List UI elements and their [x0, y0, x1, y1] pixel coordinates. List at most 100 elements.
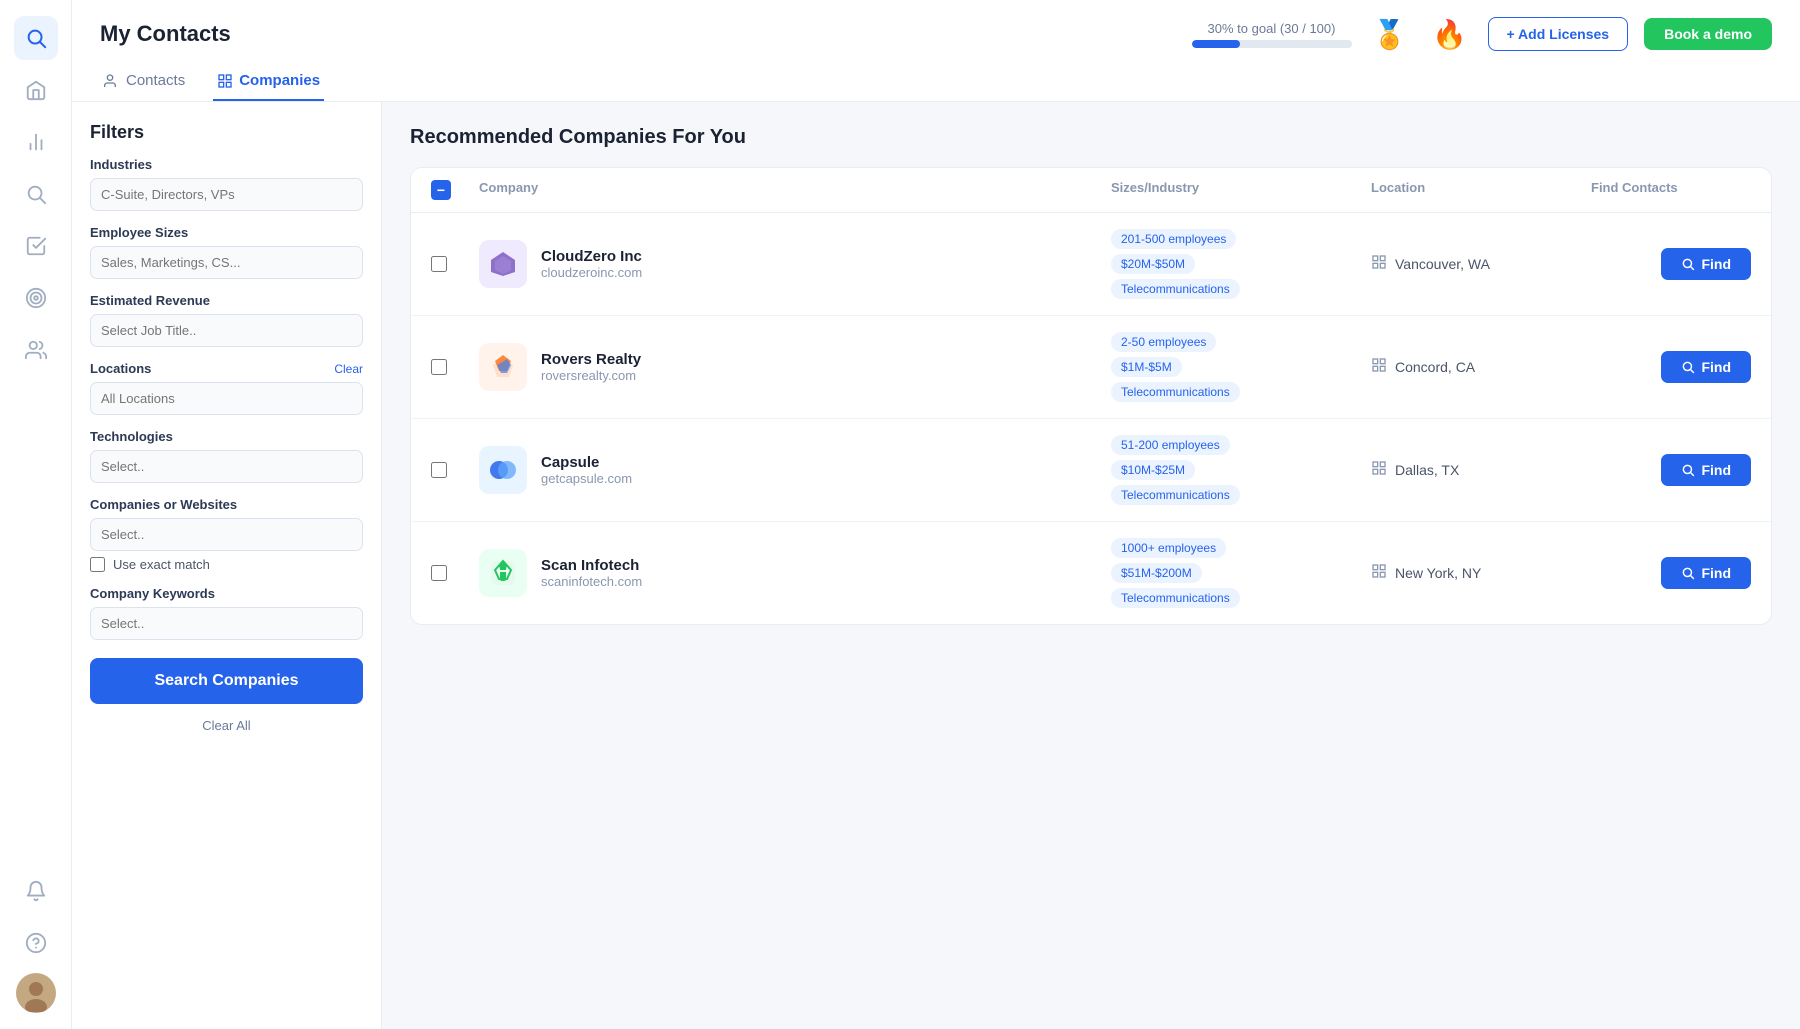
- building-icon-2: [1371, 357, 1387, 378]
- filter-industries-label: Industries: [90, 157, 363, 172]
- filters-title: Filters: [90, 122, 363, 143]
- sidebar-icon-search[interactable]: [14, 16, 58, 60]
- sidebar-icon-home[interactable]: [14, 68, 58, 112]
- body: Filters Industries Employee Sizes Estima…: [72, 102, 1800, 1029]
- flame-icon[interactable]: 🔥: [1428, 12, 1472, 56]
- companies-area: Recommended Companies For You Company Si…: [382, 102, 1800, 1029]
- filter-locations-clear[interactable]: Clear: [334, 362, 363, 376]
- progress-container: 30% to goal (30 / 100): [1192, 21, 1352, 48]
- row-checkbox-2[interactable]: [431, 359, 447, 375]
- row-checkbox-3[interactable]: [431, 462, 447, 478]
- sidebar-icon-people[interactable]: [14, 328, 58, 372]
- tag-2-2: Telecommunications: [1111, 382, 1240, 402]
- filter-industries: Industries: [90, 157, 363, 211]
- tags-cell-2: 2-50 employees $1M-$5M Telecommunication…: [1111, 332, 1371, 402]
- company-logo-4: [479, 549, 527, 597]
- exact-match-label: Use exact match: [113, 557, 210, 572]
- trophy-icon[interactable]: 🏅: [1368, 12, 1412, 56]
- sidebar-icon-tasks[interactable]: [14, 224, 58, 268]
- tag-3-1: $10M-$25M: [1111, 460, 1195, 480]
- table-header: Company Sizes/Industry Location Find Con…: [411, 168, 1771, 213]
- row-checkbox-1[interactable]: [431, 256, 447, 272]
- progress-bar-fill: [1192, 40, 1240, 48]
- company-domain-3: getcapsule.com: [541, 471, 632, 486]
- clear-all-button[interactable]: Clear All: [90, 718, 363, 733]
- location-4: New York, NY: [1395, 565, 1481, 581]
- building-icon-3: [1371, 460, 1387, 481]
- find-button-1[interactable]: Find: [1661, 248, 1751, 280]
- header: My Contacts 30% to goal (30 / 100) 🏅 🔥 +…: [72, 0, 1800, 102]
- add-licenses-button[interactable]: + Add Licenses: [1488, 17, 1629, 51]
- exact-match-row: Use exact match: [90, 557, 363, 572]
- location-cell-3: Dallas, TX: [1371, 460, 1591, 481]
- find-cell-2: Find: [1591, 351, 1751, 383]
- companies-table: Company Sizes/Industry Location Find Con…: [410, 167, 1772, 625]
- progress-bar-bg: [1192, 40, 1352, 48]
- find-cell-4: Find: [1591, 557, 1751, 589]
- company-cell-3: Capsule getcapsule.com: [479, 446, 1111, 494]
- company-domain-1: cloudzeroinc.com: [541, 265, 642, 280]
- company-domain-4: scaninfotech.com: [541, 574, 642, 589]
- table-row: Capsule getcapsule.com 51-200 employees …: [411, 419, 1771, 522]
- sidebar-icon-search2[interactable]: [14, 172, 58, 216]
- col-sizes-industry: Sizes/Industry: [1111, 180, 1371, 200]
- col-company: Company: [479, 180, 1111, 200]
- tags-cell-3: 51-200 employees $10M-$25M Telecommunica…: [1111, 435, 1371, 505]
- select-all-checkbox[interactable]: [431, 180, 451, 200]
- tag-4-0: 1000+ employees: [1111, 538, 1226, 558]
- filter-technologies-label: Technologies: [90, 429, 363, 444]
- tag-1-0: 201-500 employees: [1111, 229, 1236, 249]
- tags-cell-4: 1000+ employees $51M-$200M Telecommunica…: [1111, 538, 1371, 608]
- filter-employee-sizes-label: Employee Sizes: [90, 225, 363, 240]
- tag-4-1: $51M-$200M: [1111, 563, 1202, 583]
- sidebar: [0, 0, 72, 1029]
- filter-locations: Locations Clear: [90, 361, 363, 415]
- location-cell-2: Concord, CA: [1371, 357, 1591, 378]
- tab-contacts[interactable]: Contacts: [100, 66, 189, 101]
- sidebar-icon-help[interactable]: [14, 921, 58, 965]
- find-button-4[interactable]: Find: [1661, 557, 1751, 589]
- company-name-4: Scan Infotech: [541, 557, 642, 574]
- user-avatar[interactable]: [16, 973, 56, 1013]
- sidebar-icon-chart[interactable]: [14, 120, 58, 164]
- filter-estimated-revenue-label: Estimated Revenue: [90, 293, 363, 308]
- table-row: CloudZero Inc cloudzeroinc.com 201-500 e…: [411, 213, 1771, 316]
- filter-locations-input[interactable]: [90, 382, 363, 415]
- company-cell-1: CloudZero Inc cloudzeroinc.com: [479, 240, 1111, 288]
- find-button-2[interactable]: Find: [1661, 351, 1751, 383]
- find-button-3[interactable]: Find: [1661, 454, 1751, 486]
- tab-companies[interactable]: Companies: [213, 66, 324, 101]
- sidebar-icon-bell[interactable]: [14, 869, 58, 913]
- progress-label: 30% to goal (30 / 100): [1208, 21, 1336, 36]
- location-1: Vancouver, WA: [1395, 256, 1490, 272]
- tag-2-0: 2-50 employees: [1111, 332, 1216, 352]
- filter-company-keywords: Company Keywords: [90, 586, 363, 640]
- company-name-1: CloudZero Inc: [541, 248, 642, 265]
- filter-technologies: Technologies: [90, 429, 363, 483]
- filter-companies-websites: Companies or Websites Use exact match: [90, 497, 363, 572]
- filter-estimated-revenue: Estimated Revenue: [90, 293, 363, 347]
- location-3: Dallas, TX: [1395, 462, 1459, 478]
- col-find-contacts: Find Contacts: [1591, 180, 1751, 200]
- location-cell-1: Vancouver, WA: [1371, 254, 1591, 275]
- sidebar-icon-target[interactable]: [14, 276, 58, 320]
- filter-company-keywords-input[interactable]: [90, 607, 363, 640]
- tabs: Contacts Companies: [100, 66, 1772, 101]
- book-demo-button[interactable]: Book a demo: [1644, 18, 1772, 50]
- exact-match-checkbox[interactable]: [90, 557, 105, 572]
- filter-technologies-input[interactable]: [90, 450, 363, 483]
- filter-companies-websites-input[interactable]: [90, 518, 363, 551]
- company-name-3: Capsule: [541, 454, 632, 471]
- header-actions: 30% to goal (30 / 100) 🏅 🔥 + Add License…: [1192, 12, 1772, 56]
- row-checkbox-4[interactable]: [431, 565, 447, 581]
- filter-industries-input[interactable]: [90, 178, 363, 211]
- search-companies-button[interactable]: Search Companies: [90, 658, 363, 704]
- company-domain-2: roversrealty.com: [541, 368, 641, 383]
- filter-estimated-revenue-input[interactable]: [90, 314, 363, 347]
- filter-companies-websites-label: Companies or Websites: [90, 497, 363, 512]
- company-name-2: Rovers Realty: [541, 351, 641, 368]
- tag-2-1: $1M-$5M: [1111, 357, 1182, 377]
- find-cell-3: Find: [1591, 454, 1751, 486]
- company-logo-1: [479, 240, 527, 288]
- filter-employee-sizes-input[interactable]: [90, 246, 363, 279]
